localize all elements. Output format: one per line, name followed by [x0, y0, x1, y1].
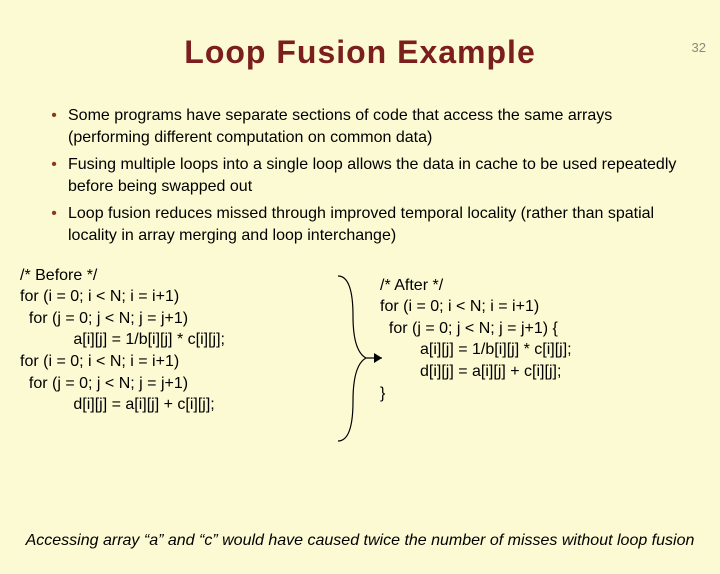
bullet-dot: •: [40, 154, 68, 197]
code-before: /* Before */ for (i = 0; i < N; i = i+1)…: [20, 265, 320, 416]
code-line: d[i][j] = a[i][j] + c[i][j];: [380, 361, 630, 383]
bullet-dot: •: [40, 203, 68, 246]
code-line: /* Before */: [20, 265, 320, 287]
bullet-text: Fusing multiple loops into a single loop…: [68, 154, 680, 197]
code-line: for (i = 0; i < N; i = i+1): [20, 286, 320, 308]
bullet-dot: •: [40, 105, 68, 148]
bullet-list: • Some programs have separate sections o…: [40, 105, 680, 247]
code-after: /* After */ for (i = 0; i < N; i = i+1) …: [380, 275, 630, 405]
code-line: for (i = 0; i < N; i = i+1): [20, 351, 320, 373]
code-line: for (j = 0; j < N; j = j+1): [20, 308, 320, 330]
bullet-item: • Some programs have separate sections o…: [40, 105, 680, 148]
code-line: for (i = 0; i < N; i = i+1): [380, 296, 630, 318]
footnote: Accessing array “a” and “c” would have c…: [0, 532, 720, 550]
code-line: d[i][j] = a[i][j] + c[i][j];: [20, 394, 320, 416]
slide-title: Loop Fusion Example: [0, 34, 720, 71]
code-line: a[i][j] = 1/b[i][j] * c[i][j];: [380, 339, 630, 361]
bullet-item: • Fusing multiple loops into a single lo…: [40, 154, 680, 197]
code-line: }: [380, 383, 630, 405]
code-line: for (j = 0; j < N; j = j+1) {: [380, 318, 630, 340]
code-line: a[i][j] = 1/b[i][j] * c[i][j];: [20, 329, 320, 351]
bullet-item: • Loop fusion reduces missed through imp…: [40, 203, 680, 246]
bullet-text: Some programs have separate sections of …: [68, 105, 680, 148]
code-columns: /* Before */ for (i = 0; i < N; i = i+1)…: [20, 265, 700, 416]
bullet-text: Loop fusion reduces missed through impro…: [68, 203, 680, 246]
brace-arrow-icon: [318, 271, 388, 446]
page-number: 32: [692, 40, 706, 55]
code-line: for (j = 0; j < N; j = j+1): [20, 373, 320, 395]
code-line: /* After */: [380, 275, 630, 297]
